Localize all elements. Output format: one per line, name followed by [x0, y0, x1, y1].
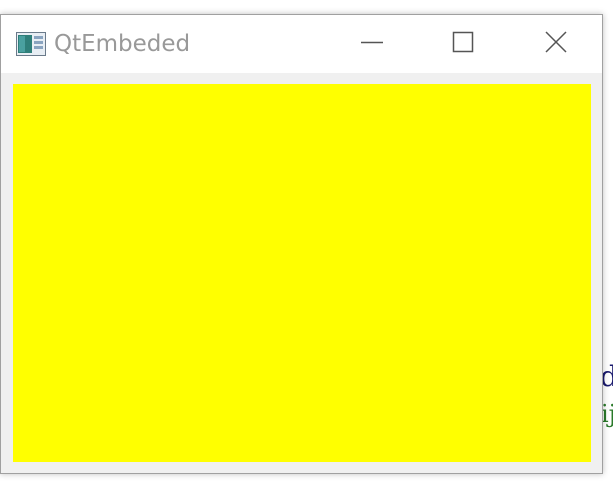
window-title: QtEmbeded: [54, 31, 191, 57]
qt-embedded-window[interactable]: QtEmbeded: [0, 14, 603, 474]
title-bar[interactable]: QtEmbeded: [1, 15, 602, 73]
close-button[interactable]: [510, 15, 602, 73]
minimize-button[interactable]: [326, 15, 418, 73]
minimize-icon: [361, 31, 383, 57]
maximize-icon: [452, 31, 474, 57]
maximize-button[interactable]: [417, 15, 509, 73]
close-icon: [545, 31, 567, 57]
embedded-content-area[interactable]: [13, 84, 591, 462]
app-icon: [16, 32, 46, 56]
